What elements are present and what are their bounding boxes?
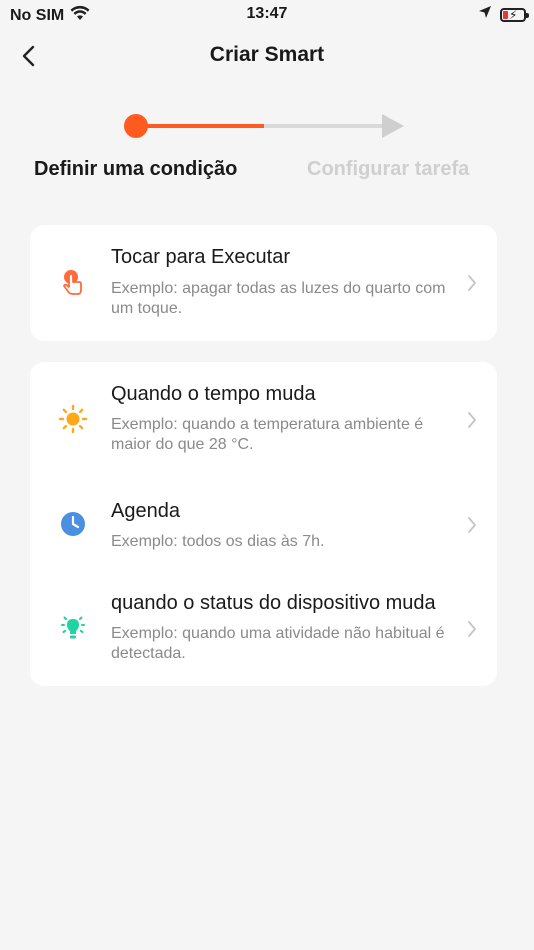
condition-schedule[interactable]: Agenda Exemplo: todos os dias às 7h. [30,478,497,570]
weather-changes-title: Quando o tempo muda [111,383,316,405]
device-status-title: quando o status do dispositivo muda [111,592,436,614]
device-status-description: Exemplo: quando uma atividade não habitu… [111,625,445,662]
tap-to-run-description: Exemplo: apagar todas as luzes do quarto… [111,280,446,317]
condition-device-status-changes[interactable]: quando o status do dispositivo muda Exem… [30,570,497,686]
page-title: Criar Smart [209,43,325,66]
clock-icon [61,512,85,536]
bulb-icon [61,616,85,639]
location-arrow-icon [478,5,492,24]
step-define-condition: Definir uma condição [34,158,238,180]
step-progress-active [136,124,264,128]
status-time: 13:47 [246,5,288,22]
step-arrow-icon [382,114,404,138]
hand-tap-icon [63,270,82,295]
schedule-title: Agenda [111,500,180,522]
sun-icon [58,404,88,434]
step-configure-task: Configurar tarefa [307,158,470,180]
condition-tap-to-run[interactable]: Tocar para Executar Exemplo: apagar toda… [30,225,497,341]
status-right: ⚡ [478,5,529,24]
step-current-dot [124,114,148,138]
chevron-right-icon [468,621,476,637]
chevron-right-icon [468,517,476,533]
header: Criar Smart [0,36,534,76]
weather-changes-description: Exemplo: quando a temperatura ambiente é… [111,416,424,453]
conditions-card: Quando o tempo muda Exemplo: quando a te… [30,362,497,686]
chevron-right-icon [468,412,476,428]
tap-to-run-card: Tocar para Executar Exemplo: apagar toda… [30,225,497,341]
status-bar: No SIM 13:47 ⚡ [0,0,534,30]
battery-icon: ⚡ [500,7,529,22]
chevron-right-icon [468,275,476,291]
stepper: Definir uma condição Configurar tarefa [0,110,534,190]
step-progress-inactive [264,124,384,128]
tap-to-run-title: Tocar para Executar [111,246,290,268]
schedule-description: Exemplo: todos os dias às 7h. [111,533,325,550]
condition-weather-changes[interactable]: Quando o tempo muda Exemplo: quando a te… [30,362,497,478]
